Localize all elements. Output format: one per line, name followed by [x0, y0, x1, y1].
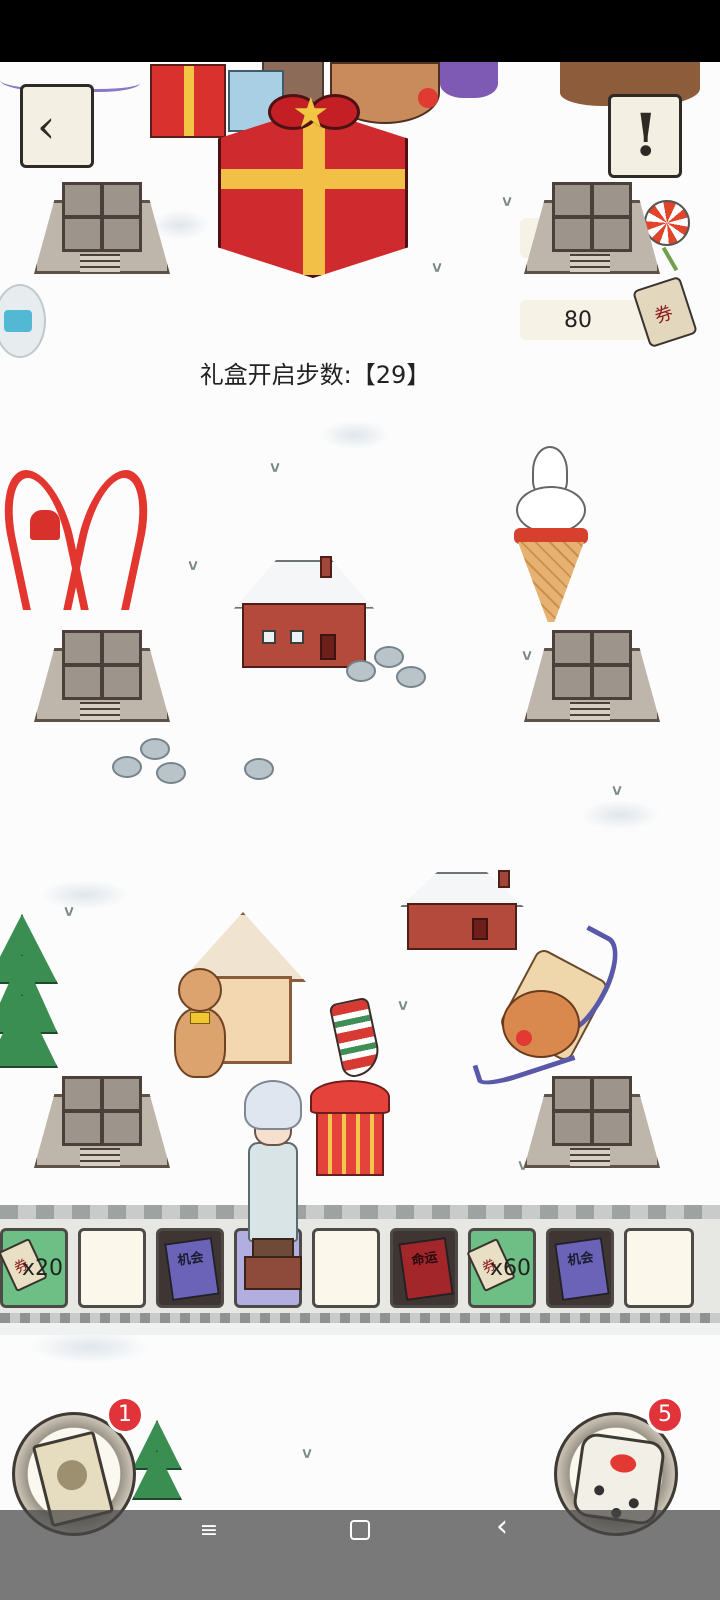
board-tile-ticket: x60	[466, 1228, 536, 1308]
game-scene	[0, 62, 720, 1600]
board-tile-fate: 命运	[390, 1228, 458, 1308]
grate-tile	[524, 628, 660, 722]
candy-cane-heart-icon	[0, 470, 159, 610]
small-tree-icon	[132, 1420, 182, 1500]
market-stall-icon	[310, 1080, 390, 1176]
snowy-rocks	[112, 738, 202, 798]
board-tile-empty	[624, 1228, 694, 1308]
status-bar	[0, 0, 720, 62]
system-back-icon[interactable]: ‹	[496, 1512, 522, 1542]
board-tile-chance: 机会	[156, 1228, 224, 1308]
recents-menu-icon[interactable]: ≡	[196, 1518, 222, 1544]
home-square-icon[interactable]	[350, 1520, 370, 1540]
christmas-tree-icon	[0, 914, 58, 1084]
grate-tile	[34, 180, 170, 274]
tile-ticket-count: x60	[489, 1256, 531, 1281]
chimney	[320, 556, 332, 578]
grass-tuft	[186, 560, 200, 570]
tile-ticket-count: x20	[21, 1256, 63, 1281]
grate-tile	[34, 628, 170, 722]
grass-tuft	[610, 785, 624, 795]
grass-tuft	[396, 1000, 410, 1010]
gold-star-icon: ★	[292, 88, 330, 137]
grass-tuft	[500, 196, 514, 206]
snowy-rocks	[346, 640, 436, 700]
grate-tile	[34, 1074, 170, 1168]
info-button[interactable]: !	[608, 94, 682, 178]
ticket-counter: 80	[520, 300, 652, 340]
gingerbread-man-icon	[160, 960, 240, 1090]
cards-badge: 1	[106, 1396, 144, 1434]
board-tile-empty	[78, 1228, 146, 1308]
back-chevron-icon: ‹	[37, 99, 56, 153]
grass-tuft	[62, 906, 76, 916]
snowman-icecream-icon	[506, 446, 592, 622]
back-button[interactable]: ‹	[20, 84, 94, 168]
reindeer-nose	[418, 88, 438, 108]
chimney	[498, 870, 510, 888]
grass-tuft	[300, 1448, 314, 1458]
snow-patch	[40, 880, 130, 910]
ticket-value: 80	[564, 308, 592, 333]
board-tile-ticket: x20	[0, 1228, 68, 1308]
snow-patch	[580, 800, 660, 830]
snow-patch	[320, 420, 390, 450]
grass-tuft	[430, 262, 444, 272]
player-character	[240, 1080, 306, 1290]
fate-card-icon: 命运	[398, 1236, 454, 1302]
grass-tuft	[268, 462, 282, 472]
small-gift-icon	[150, 64, 226, 138]
snow-patch	[30, 1330, 150, 1364]
exclamation-icon: !	[633, 101, 659, 169]
dice-badge: 5	[646, 1396, 684, 1434]
board-tile-chance: 机会	[546, 1228, 614, 1308]
gift-box-step-counter: 礼盒开启步数:【29】	[199, 361, 431, 389]
chance-card-icon: 机会	[164, 1236, 220, 1302]
snowy-rocks	[240, 748, 300, 798]
grate-tile	[524, 180, 660, 274]
board-tile-empty	[312, 1228, 380, 1308]
reindeer-sleigh-icon	[472, 925, 632, 1091]
chance-card-icon: 机会	[554, 1236, 610, 1302]
purple-plush-icon	[440, 62, 498, 98]
